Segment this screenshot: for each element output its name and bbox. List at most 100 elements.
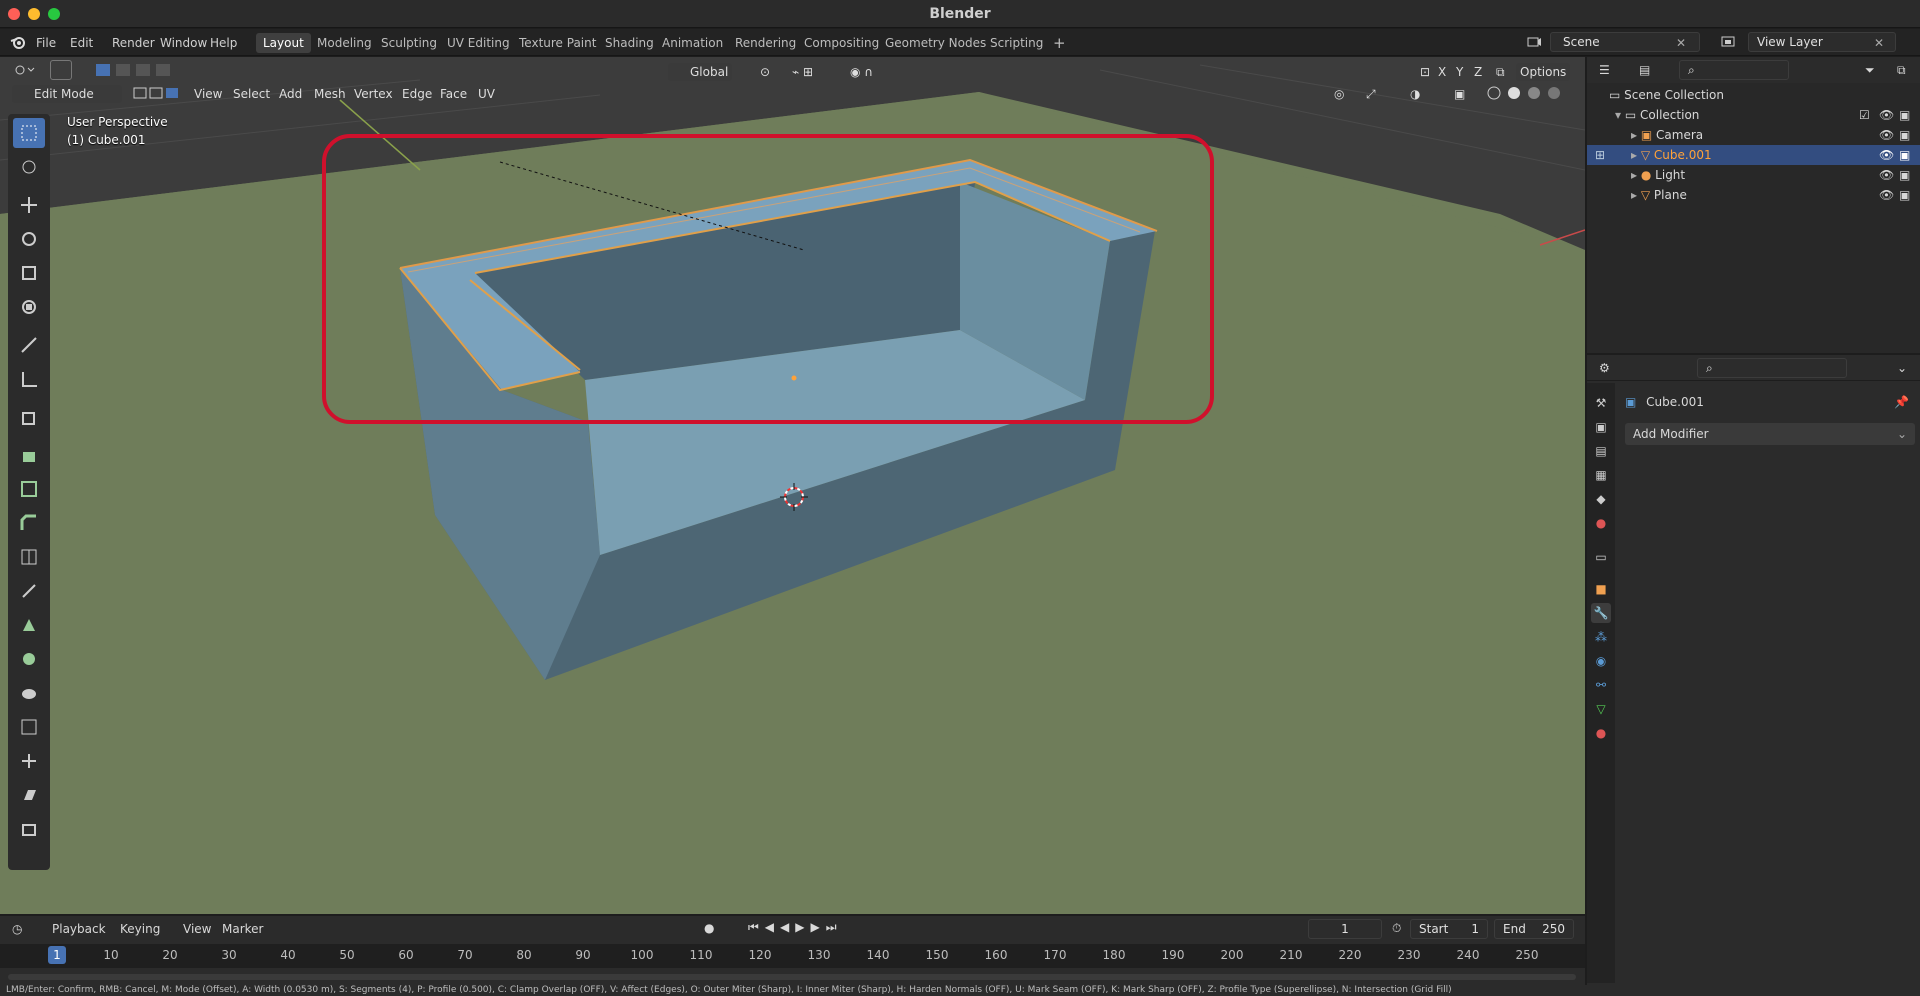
keying-menu[interactable]: Keying bbox=[120, 922, 160, 936]
menu-window[interactable]: Window bbox=[160, 34, 207, 52]
render-visibility-icon[interactable]: ▣ bbox=[1899, 185, 1910, 205]
axis-y-toggle[interactable]: Y bbox=[1452, 63, 1467, 81]
scene-collection-row[interactable]: ▭ Scene Collection bbox=[1587, 85, 1920, 105]
data-tab-icon[interactable]: ▽ bbox=[1591, 699, 1611, 719]
menu-select[interactable]: Select bbox=[229, 85, 274, 103]
snap-icon[interactable]: ⌁ ⊞ bbox=[788, 63, 838, 81]
menu-face[interactable]: Face bbox=[436, 85, 471, 103]
tab-texture-paint[interactable]: Texture Paint bbox=[512, 33, 603, 53]
render-visibility-icon[interactable]: ▣ bbox=[1899, 145, 1910, 165]
zoom-window-button[interactable] bbox=[48, 8, 60, 20]
minimize-window-button[interactable] bbox=[28, 8, 40, 20]
end-frame-field[interactable]: End 250 bbox=[1494, 919, 1574, 939]
physics-tab-icon[interactable]: ◉ bbox=[1591, 651, 1611, 671]
tab-sculpting[interactable]: Sculpting bbox=[374, 33, 444, 53]
visibility-icon[interactable]: ◎ bbox=[1330, 85, 1348, 103]
knife-icon[interactable] bbox=[13, 576, 45, 606]
add-workspace-icon[interactable]: + bbox=[1046, 33, 1073, 53]
expand-icon[interactable]: ▸ bbox=[1631, 148, 1637, 162]
timeline-scrollbar[interactable] bbox=[8, 974, 1576, 980]
auto-merge-icon[interactable]: ⧉ bbox=[1492, 63, 1509, 81]
collection-tab-icon[interactable]: ▭ bbox=[1591, 547, 1611, 567]
playback-menu[interactable]: Playback bbox=[52, 922, 106, 936]
add-modifier-button[interactable]: Add Modifier ⌄ bbox=[1625, 423, 1915, 445]
axis-z-toggle[interactable]: Z bbox=[1470, 63, 1486, 81]
tab-geometry-nodes[interactable]: Geometry Nodes bbox=[878, 33, 993, 53]
timeline-view-menu[interactable]: View bbox=[183, 922, 211, 936]
constraints-tab-icon[interactable]: ⚯ bbox=[1591, 675, 1611, 695]
expand-icon[interactable]: ▸ bbox=[1631, 188, 1637, 202]
bevel-icon[interactable] bbox=[13, 508, 45, 538]
tab-animation[interactable]: Animation bbox=[655, 33, 730, 53]
menu-edit[interactable]: Edit bbox=[70, 34, 93, 52]
smooth-icon[interactable] bbox=[13, 678, 45, 708]
blender-logo-icon[interactable] bbox=[10, 34, 26, 52]
cursor-icon[interactable] bbox=[13, 152, 45, 182]
tool-tab-icon[interactable]: ⚒ bbox=[1591, 393, 1611, 413]
outliner-item-light[interactable]: ▸ ● Light 👁 ▣ bbox=[1587, 165, 1920, 185]
visibility-icon[interactable]: 👁 bbox=[1879, 165, 1894, 185]
mirror-icon[interactable]: ⊡ bbox=[1416, 63, 1434, 81]
collection-row[interactable]: ▾ ▭ Collection ☑ 👁 ▣ bbox=[1587, 105, 1920, 125]
expand-icon[interactable]: ▸ bbox=[1631, 168, 1637, 182]
select-mode-icons[interactable] bbox=[128, 85, 178, 103]
outliner-item-camera[interactable]: ▸ ▣ Camera 👁 ▣ bbox=[1587, 125, 1920, 145]
editor-type-icon[interactable] bbox=[10, 62, 40, 80]
gizmo-icon[interactable]: ⤢ bbox=[1362, 85, 1380, 103]
material-tab-icon[interactable]: ● bbox=[1591, 723, 1611, 743]
add-cube-icon[interactable] bbox=[13, 402, 45, 432]
tab-compositing[interactable]: Compositing bbox=[797, 33, 886, 53]
output-tab-icon[interactable]: ▤ bbox=[1591, 441, 1611, 461]
render-visibility-icon[interactable]: ▣ bbox=[1899, 105, 1910, 125]
visibility-icon[interactable]: 👁 bbox=[1879, 125, 1894, 145]
visibility-icon[interactable]: 👁 bbox=[1879, 185, 1894, 205]
rotate-icon[interactable] bbox=[13, 224, 45, 254]
playback-controls-icons[interactable]: ⏮◀◀▶▶⏭ bbox=[748, 920, 843, 935]
properties-search-input[interactable]: ⌕ bbox=[1697, 358, 1847, 378]
inset-icon[interactable] bbox=[13, 474, 45, 504]
tab-scripting[interactable]: Scripting bbox=[983, 33, 1050, 53]
timeline-editor-icon[interactable]: ◷ bbox=[12, 922, 22, 936]
marker-menu[interactable]: Marker bbox=[222, 922, 263, 936]
start-frame-field[interactable]: Start 1 bbox=[1410, 919, 1488, 939]
record-icon[interactable]: ● bbox=[704, 921, 714, 935]
select-box-icon[interactable] bbox=[13, 118, 45, 148]
view-layer-icon[interactable] bbox=[1720, 34, 1740, 52]
annotate-icon[interactable] bbox=[13, 330, 45, 360]
close-window-button[interactable] bbox=[8, 8, 20, 20]
select-box-tool-icon[interactable] bbox=[50, 60, 72, 80]
mode-dropdown[interactable]: Edit Mode bbox=[12, 85, 122, 103]
properties-editor-icon[interactable]: ⚙ bbox=[1599, 361, 1610, 375]
menu-add[interactable]: Add bbox=[275, 85, 306, 103]
view-layer-tab-icon[interactable]: ▦ bbox=[1591, 465, 1611, 485]
shrink-fatten-icon[interactable] bbox=[13, 746, 45, 776]
world-tab-icon[interactable]: ● bbox=[1591, 513, 1611, 533]
modifier-tab-icon[interactable]: 🔧 bbox=[1591, 603, 1611, 623]
outliner-item-cube-001[interactable]: ⊞ ▸ ▽ Cube.001 👁 ▣ bbox=[1587, 145, 1920, 165]
proportional-editing-icon[interactable]: ◉ ∩ bbox=[846, 63, 886, 81]
rip-region-icon[interactable] bbox=[13, 814, 45, 844]
extrude-icon[interactable] bbox=[13, 440, 45, 470]
scene-tab-icon[interactable]: ◆ bbox=[1591, 489, 1611, 509]
outliner-search-input[interactable]: ⌕ bbox=[1679, 60, 1789, 80]
menu-vertex[interactable]: Vertex bbox=[350, 85, 397, 103]
overlay-icon[interactable]: ◑ bbox=[1406, 85, 1424, 103]
display-mode-icon[interactable]: ▤ bbox=[1639, 63, 1650, 77]
close-view-layer-icon[interactable]: ✕ bbox=[1874, 34, 1884, 52]
selection-mode-icons[interactable] bbox=[90, 61, 186, 79]
edit-mode-icon[interactable]: ⊞ bbox=[1595, 145, 1605, 165]
tab-rendering[interactable]: Rendering bbox=[728, 33, 803, 53]
pin-icon[interactable]: 📌 bbox=[1894, 391, 1909, 413]
scene-icon[interactable] bbox=[1526, 34, 1546, 52]
menu-render[interactable]: Render bbox=[112, 34, 155, 52]
exclude-checkbox[interactable]: ☑ bbox=[1859, 105, 1870, 125]
3d-viewport[interactable] bbox=[0, 57, 1585, 914]
outliner-editor-icon[interactable]: ☰ bbox=[1599, 63, 1610, 77]
pivot-point-icon[interactable]: ⊙ bbox=[756, 63, 786, 81]
options-dropdown[interactable]: Options bbox=[1516, 63, 1571, 81]
tab-modeling[interactable]: Modeling bbox=[310, 33, 379, 53]
timeline-ruler[interactable]: 1 10 20 30 40 50 60 70 80 90 100 110 120… bbox=[0, 944, 1585, 968]
particles-tab-icon[interactable]: ⁂ bbox=[1591, 627, 1611, 647]
expand-icon[interactable]: ▸ bbox=[1631, 128, 1637, 142]
move-icon[interactable] bbox=[13, 190, 45, 220]
